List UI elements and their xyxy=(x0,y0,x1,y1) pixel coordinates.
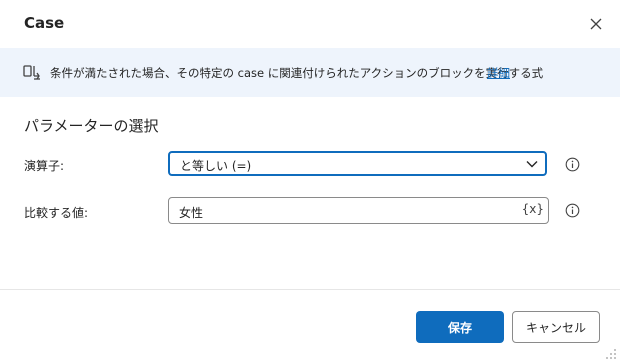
operator-dropdown[interactable]: と等しい (=) xyxy=(168,151,547,176)
chevron-down-icon xyxy=(526,161,538,168)
close-icon xyxy=(590,18,602,30)
operator-value: と等しい (=) xyxy=(180,159,252,173)
info-icon[interactable] xyxy=(565,203,580,218)
info-banner: 条件が満たされた場合、その特定の case に関連付けられたアクションのブロック… xyxy=(0,48,620,97)
info-icon[interactable] xyxy=(565,157,580,172)
banner-description: 条件が満たされた場合、その特定の case に関連付けられたアクションのブロック… xyxy=(50,66,544,80)
compare-value-text: 女性 xyxy=(179,206,204,220)
close-button[interactable] xyxy=(584,12,608,36)
section-title: パラメーターの選択 xyxy=(24,117,159,135)
compare-value-input[interactable]: 女性 {x} xyxy=(168,197,549,224)
dialog-title: Case xyxy=(24,14,65,32)
details-link[interactable]: 詳細 xyxy=(487,65,510,81)
case-action-icon xyxy=(23,65,40,80)
footer-divider xyxy=(0,289,620,290)
case-dialog: Case 条件が満たされた場合、その特定の case に関連付けられたアクション… xyxy=(0,0,620,363)
operator-label: 演算子: xyxy=(24,159,65,173)
resize-grip-icon[interactable] xyxy=(605,348,617,360)
variable-picker-button[interactable]: {x} xyxy=(522,202,544,216)
cancel-button[interactable]: キャンセル xyxy=(512,311,600,343)
compare-value-label: 比較する値: xyxy=(24,206,89,220)
save-button[interactable]: 保存 xyxy=(416,311,504,343)
